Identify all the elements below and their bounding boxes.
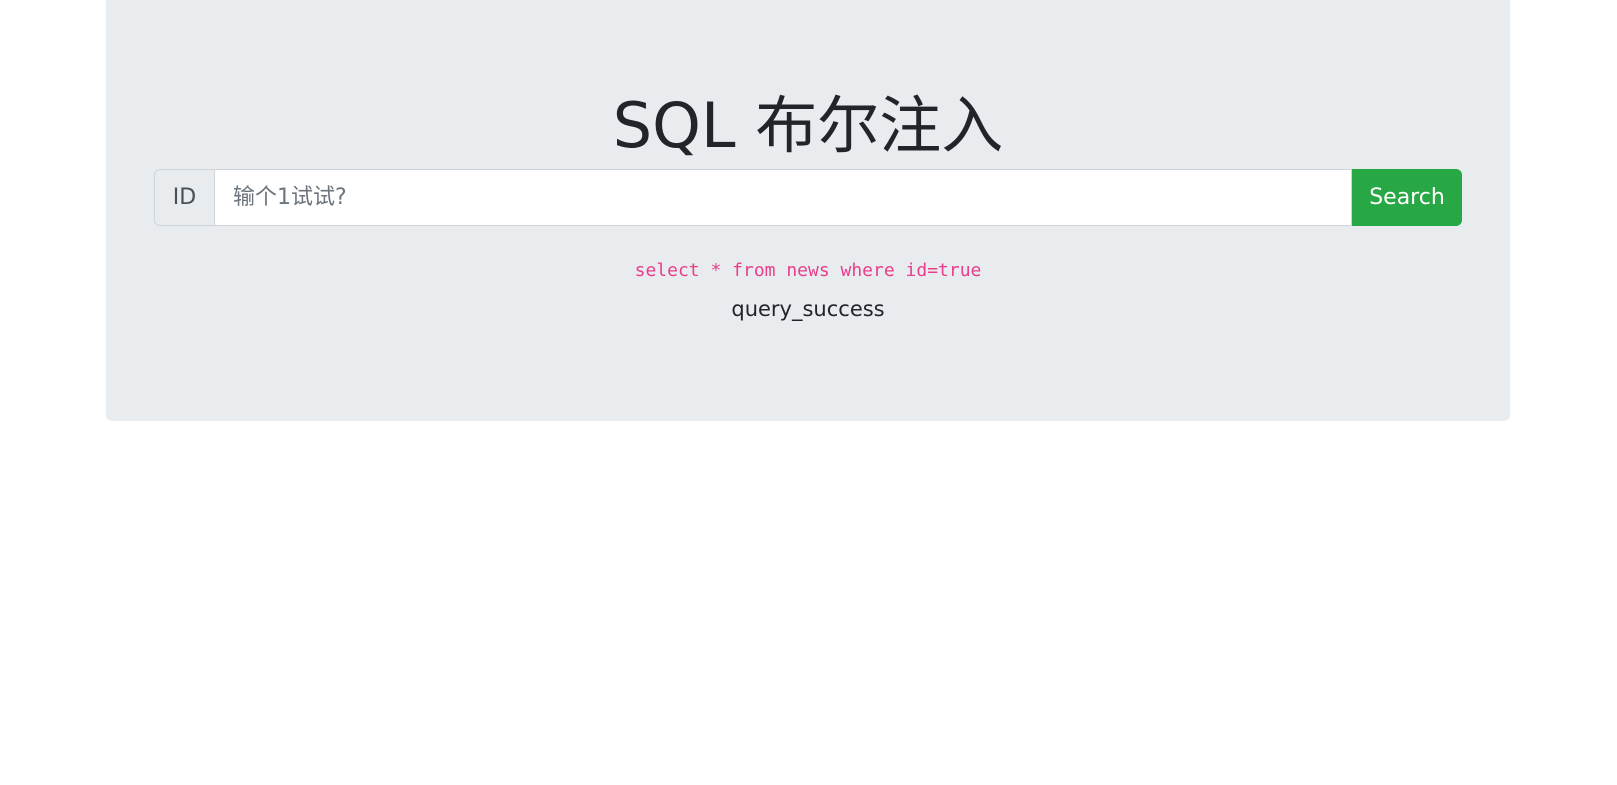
search-input-group: ID Search [154, 169, 1462, 226]
jumbotron-panel: SQL 布尔注入 ID Search select * from news wh… [106, 0, 1510, 421]
id-search-input[interactable] [214, 169, 1352, 226]
query-result-status: query_success [731, 297, 885, 321]
page-title: SQL 布尔注入 [612, 89, 1004, 162]
search-button[interactable]: Search [1352, 169, 1462, 226]
sql-query-code: select * from news where id=true [634, 260, 982, 281]
id-prepend-label: ID [154, 169, 214, 226]
